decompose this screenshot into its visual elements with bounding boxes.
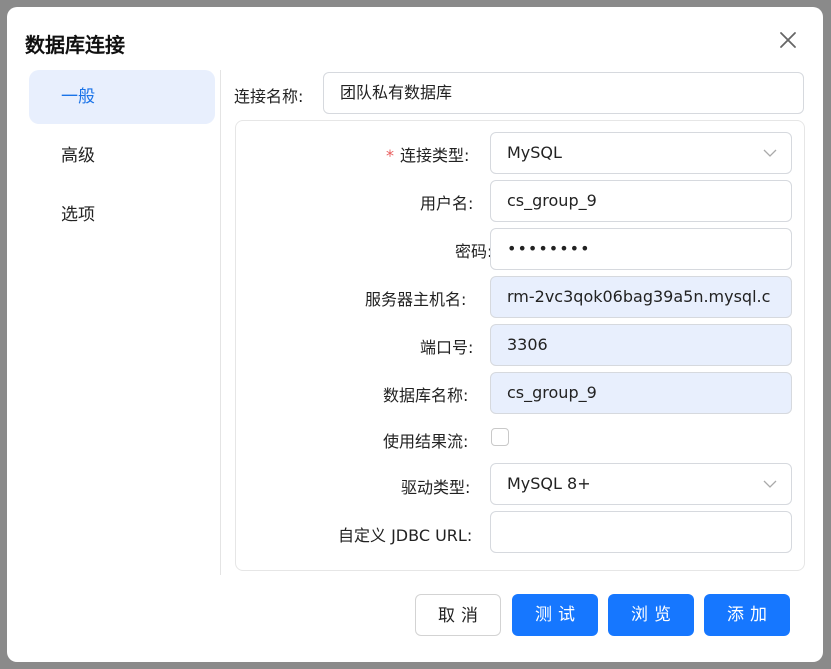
- connection-name-label: 连接名称:: [234, 87, 304, 106]
- database-name-value: cs_group_9: [507, 383, 597, 402]
- driver-type-select[interactable]: MySQL 8+: [490, 463, 792, 505]
- dialog-title: 数据库连接: [25, 33, 125, 57]
- host-value: rm-2vc3qok06bag39a5n.mysql.c: [507, 287, 771, 306]
- database-name-label: 数据库名称:: [383, 386, 469, 405]
- custom-jdbc-url-input[interactable]: [490, 511, 792, 553]
- use-result-stream-checkbox[interactable]: [491, 428, 509, 446]
- host-label: 服务器主机名:: [365, 290, 467, 309]
- use-result-stream-label: 使用结果流:: [383, 432, 469, 451]
- database-name-input[interactable]: cs_group_9: [490, 372, 792, 414]
- connection-name-value: 团队私有数据库: [340, 83, 453, 102]
- port-label: 端口号:: [420, 338, 474, 357]
- password-input[interactable]: ••••••••: [490, 228, 792, 270]
- username-input[interactable]: cs_group_9: [490, 180, 792, 222]
- port-input[interactable]: 3306: [490, 324, 792, 366]
- test-button[interactable]: 测试: [512, 594, 598, 636]
- sidebar-divider: [220, 70, 221, 575]
- username-value: cs_group_9: [507, 191, 597, 210]
- chevron-down-icon: [763, 133, 777, 173]
- sidebar: 一般 高级 选项: [29, 70, 215, 247]
- driver-type-value: MySQL 8+: [507, 474, 591, 493]
- host-input[interactable]: rm-2vc3qok06bag39a5n.mysql.c: [490, 276, 792, 318]
- sidebar-item-advanced[interactable]: 高级: [29, 129, 215, 183]
- sidebar-item-options[interactable]: 选项: [29, 188, 215, 242]
- database-connection-dialog: 数据库连接 一般 高级 选项 连接名称: 团队私有数据库 * 连接类型: MySQ…: [7, 7, 823, 662]
- connection-type-label: * 连接类型:: [386, 146, 470, 165]
- driver-type-label: 驱动类型:: [401, 478, 471, 497]
- connection-type-select[interactable]: MySQL: [490, 132, 792, 174]
- connection-name-input[interactable]: 团队私有数据库: [323, 72, 804, 114]
- connection-type-value: MySQL: [507, 143, 562, 162]
- add-button[interactable]: 添加: [704, 594, 790, 636]
- password-label: 密码:: [455, 242, 493, 261]
- port-value: 3306: [507, 335, 548, 354]
- required-mark: *: [386, 146, 394, 165]
- password-value: ••••••••: [507, 239, 591, 258]
- browse-button[interactable]: 浏览: [608, 594, 694, 636]
- cancel-button[interactable]: 取消: [415, 594, 501, 636]
- username-label: 用户名:: [420, 194, 474, 213]
- custom-jdbc-url-label: 自定义 JDBC URL:: [338, 526, 473, 545]
- sidebar-item-general[interactable]: 一般: [29, 70, 215, 124]
- close-icon[interactable]: [775, 27, 801, 53]
- chevron-down-icon: [763, 464, 777, 504]
